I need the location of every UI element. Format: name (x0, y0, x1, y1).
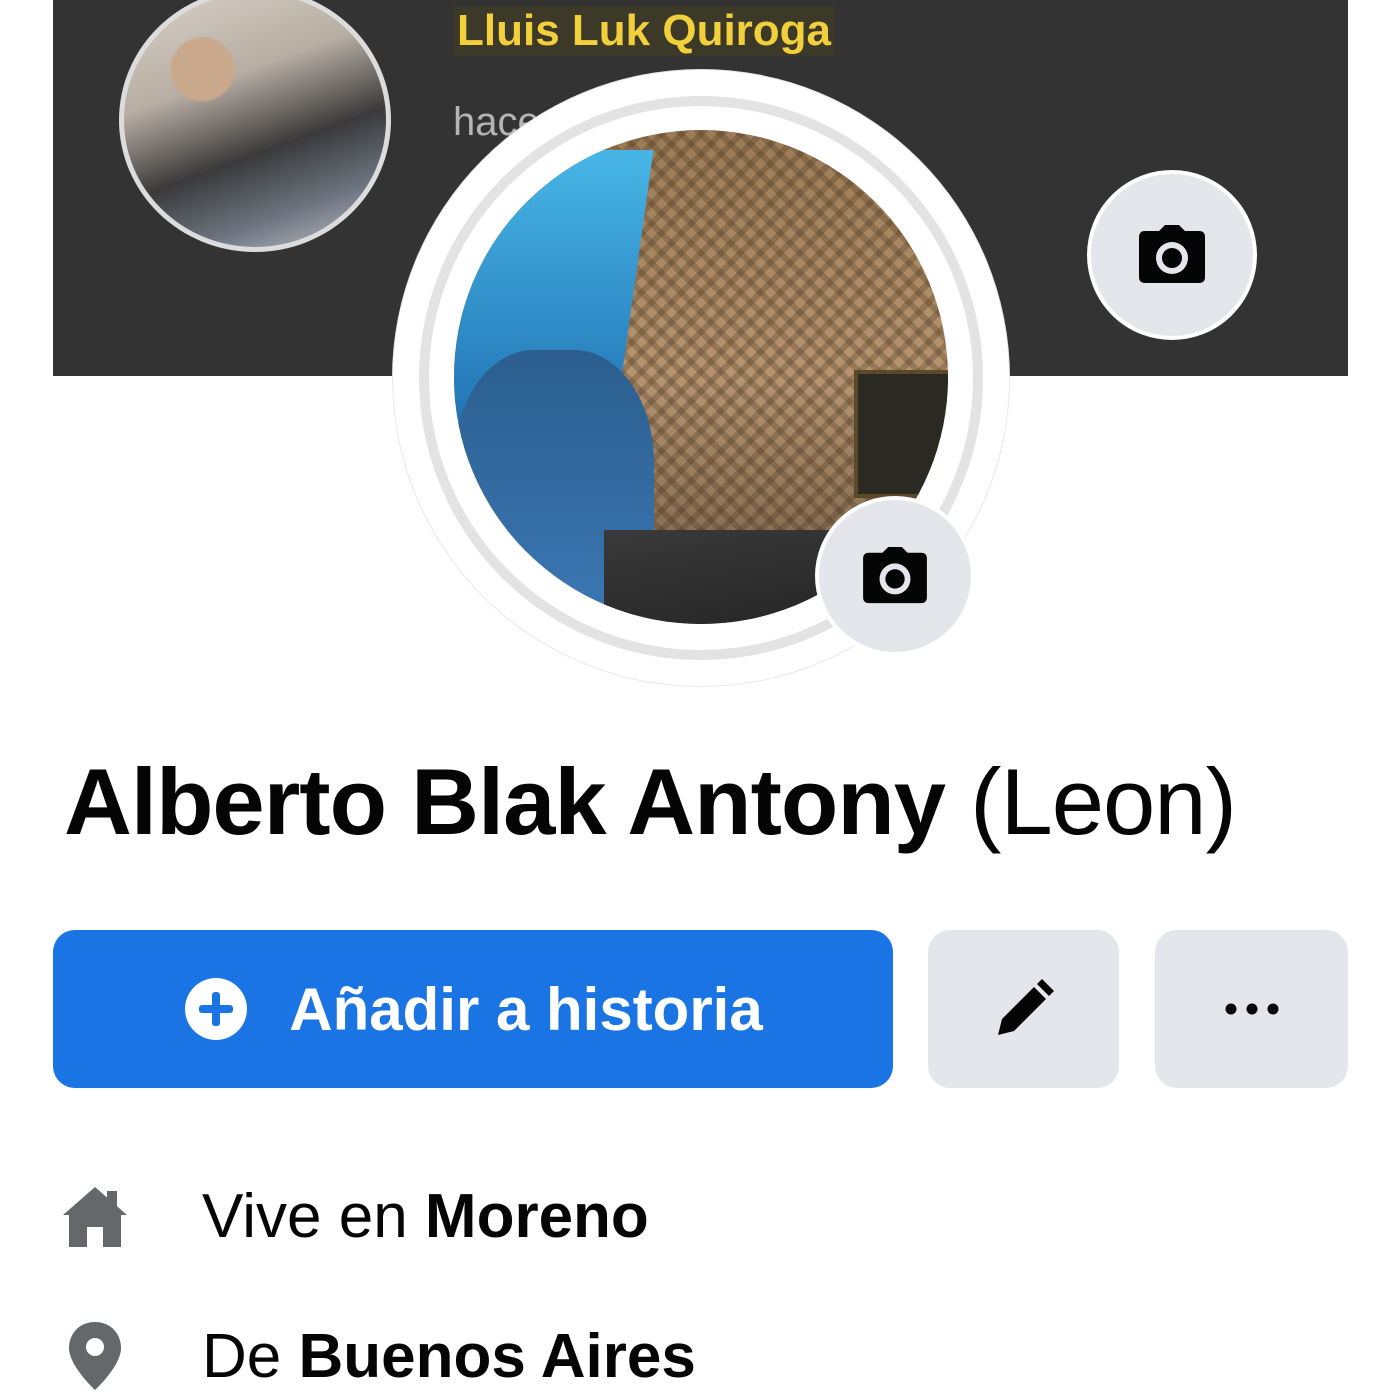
plus-circle-icon (185, 978, 248, 1040)
camera-icon (863, 547, 927, 604)
info-from: De Buenos Aires (60, 1316, 696, 1396)
info-lives-in: Vive en Moreno (60, 1176, 649, 1256)
more-dots-icon (1225, 1003, 1278, 1015)
edit-cover-photo-button[interactable] (1087, 170, 1257, 340)
add-to-story-label: Añadir a historia (289, 975, 763, 1043)
cover-avatar-image (119, 0, 391, 252)
pencil-icon (997, 979, 1054, 1035)
profile-alternate-name: (Leon) (970, 749, 1237, 854)
profile-primary-name: Alberto Blak Antony (64, 749, 946, 854)
from-prefix: De (202, 1321, 282, 1391)
profile-name: Alberto Blak Antony (Leon) (64, 748, 1237, 856)
from-value[interactable]: Buenos Aires (299, 1321, 696, 1392)
edit-profile-button[interactable] (928, 930, 1119, 1088)
edit-profile-photo-button[interactable] (815, 496, 975, 656)
add-to-story-button[interactable]: Añadir a historia (53, 930, 893, 1088)
photo-monitor-shape (854, 370, 948, 498)
lives-prefix: Vive en (202, 1181, 408, 1251)
lives-value[interactable]: Moreno (425, 1181, 649, 1252)
location-pin-icon (60, 1321, 130, 1391)
more-options-button[interactable] (1155, 930, 1348, 1088)
cover-featured-name: Lluis Luk Quiroga (453, 6, 836, 56)
home-icon (60, 1181, 130, 1251)
camera-icon (1139, 225, 1205, 283)
